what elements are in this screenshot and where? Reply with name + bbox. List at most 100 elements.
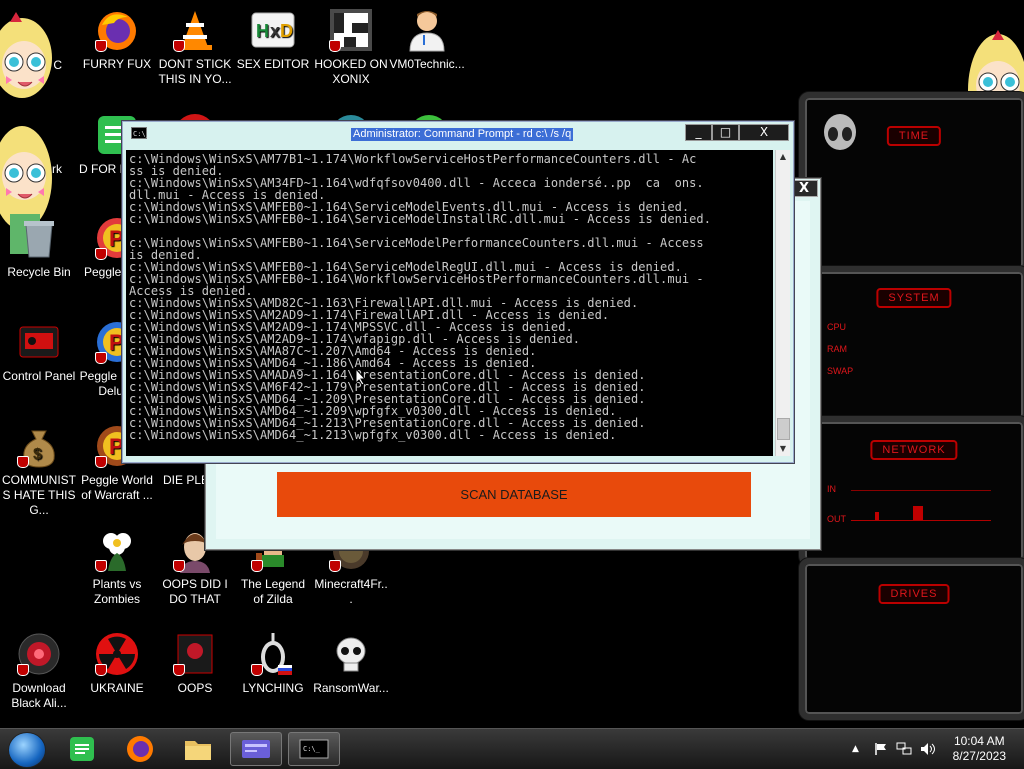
swap-label: SWAP [827,366,854,376]
scan-database-button[interactable]: SCAN DATABASE [277,472,751,517]
recycle-bin-icon [24,221,54,258]
scanner-close-button[interactable]: X [790,180,818,197]
desktop-icon-label: C [53,58,62,72]
clock-date: 8/27/2023 [952,749,1006,763]
cmd-titlebar[interactable]: C:\_ Administrator: Command Prompt - rd … [123,122,793,144]
action-center-flag-icon[interactable] [874,742,888,756]
desktop-icon-label: Control Panel [2,369,76,383]
system-tray: ▲ 10:04 AM 8/27/2023 [824,729,1024,769]
desktop-icon-partial-rk[interactable]: rk [22,162,62,177]
maximize-button[interactable]: □ [712,124,739,141]
desktop-icon-communists[interactable]: $ COMMUNISTS HATE THIS G... [1,422,77,518]
desktop-icon-download-black-ali[interactable]: Download Black Ali... [1,630,77,711]
desktop-icon-label: Recycle Bin [7,265,71,279]
cmd-vertical-scrollbar[interactable]: ▲ ▼ [775,150,790,456]
desktop-icon-label: FURRY FUX [82,57,152,71]
close-button[interactable]: X [739,124,789,141]
desktop-icon-dont-stick[interactable]: DONT STICK THIS IN YO... [157,6,233,87]
console-text: c:\Windows\WinSxS\AM77B1~1.174\WorkflowS… [129,152,711,442]
firefox-icon [127,736,153,762]
desktop-icon-plants-vs-zombies[interactable]: Plants vs Zombies [79,526,155,607]
start-button[interactable] [8,732,46,768]
taskbar-clock[interactable]: 10:04 AM 8/27/2023 [953,734,1006,764]
clock-time: 10:04 AM [953,734,1005,748]
command-prompt-window[interactable]: C:\_ Administrator: Command Prompt - rd … [122,121,794,463]
notes-icon [70,737,94,761]
taskbar-firefox[interactable] [114,732,166,766]
system-panel: SYSTEM CPU RAM SWAP [799,266,1024,424]
system-monitor-gadget[interactable]: TIME SYSTEM CPU RAM SWAP NETWORK IN OUT … [795,92,1024,722]
desktop-icon-oops[interactable]: OOPS [157,630,233,696]
desktop-icon-label: SEX EDITOR [236,57,310,71]
desktop-icon-vm0technic[interactable]: VM0Technic... [389,6,465,72]
network-icon[interactable] [896,742,912,756]
network-out-label: OUT [827,514,846,524]
alien-head-icon [824,114,856,150]
network-out-bar [875,512,879,520]
desktop-icon-label: DONT STICK THIS IN YO... [158,57,232,86]
desktop-icon-label: Plants vs Zombies [92,577,142,606]
folder-icon [185,741,211,760]
desktop-icon-label: RansomWar... [313,681,389,695]
scrollbar-thumb[interactable] [777,418,790,440]
svg-text:H: H [256,21,269,41]
desktop-icon-label: COMMUNISTS HATE THIS G... [2,473,76,517]
desktop-icon-label: Download Black Ali... [11,681,67,710]
volume-icon[interactable] [920,742,936,756]
taskbar-notes-app[interactable] [56,732,108,766]
cpu-label: CPU [827,322,847,332]
command-prompt-icon: C:\_ [299,739,329,759]
taskbar-file-explorer[interactable] [172,732,224,766]
desktop-icon-ukraine[interactable]: UKRAINE [79,630,155,696]
scroll-down-arrow-icon[interactable]: ▼ [776,442,790,456]
desktop-icon-label: Minecraft4Fr... [314,577,388,606]
cmd-window-title: Administrator: Command Prompt - rd c:\ /… [351,128,574,141]
control-panel-icon [19,326,59,358]
desktop-icon-partial-c[interactable]: C [22,58,62,73]
network-in-label: IN [827,484,836,494]
network-in-line [851,490,991,491]
scroll-up-arrow-icon[interactable]: ▲ [776,150,790,164]
minimize-button[interactable]: _ [685,124,712,141]
desktop-icon-control-panel[interactable]: Control Panel [1,318,77,384]
network-panel: NETWORK IN OUT [799,416,1024,566]
taskbar: C:\_ ▲ 10:04 AM 8/27/2023 [0,728,1024,769]
desktop-icon-recycle-bin[interactable]: Recycle Bin [1,214,77,280]
doctor-icon [409,11,445,52]
desktop-icon-label: OOPS DID I DO THAT [162,577,228,606]
id-card-icon [242,740,270,758]
cmd-console-output[interactable]: c:\Windows\WinSxS\AM77B1~1.174\WorkflowS… [126,150,773,456]
show-hidden-icons-arrow-icon[interactable]: ▲ [852,744,859,754]
network-out-bar [913,506,923,520]
desktop-icon-sex-editor[interactable]: H x D SEX EDITOR [235,6,311,72]
time-panel-title: TIME [886,126,942,146]
svg-text:x: x [270,21,280,41]
desktop-icon-label: rk [52,162,62,176]
desktop-icon-furry-fux[interactable]: FURRY FUX [79,6,155,72]
desktop-icon-ransomware[interactable]: RansomWar... [313,630,389,696]
hxd-icon: H x D [251,12,295,48]
drives-panel: DRIVES [799,558,1024,720]
system-panel-title: SYSTEM [876,288,952,308]
desktop-icon-label: OOPS [177,681,213,695]
desktop-icon-lynching[interactable]: LYNCHING [235,630,311,696]
taskbar-id-card-app[interactable] [230,732,282,766]
skull-icon [336,637,366,672]
desktop-icon-label: The Legend of Zilda [240,577,306,606]
drives-panel-title: DRIVES [878,584,950,604]
desktop-icon-label: HOOKED ON XONIX [314,57,388,86]
svg-text:D: D [280,21,293,41]
taskbar-command-prompt[interactable]: C:\_ [288,732,340,766]
network-panel-title: NETWORK [870,440,958,460]
ram-label: RAM [827,344,847,354]
svg-text:$: $ [33,446,42,463]
desktop-icon-label: UKRAINE [90,681,144,695]
mouse-cursor-icon [355,368,367,386]
cmd-app-icon: C:\_ [131,127,150,139]
svg-text:C:\_: C:\_ [303,745,321,753]
desktop-icon-label: LYNCHING [242,681,304,695]
desktop-icon-label: VM0Technic... [389,57,465,71]
desktop-icon-label: Peggle World of Warcraft ... [81,473,153,502]
network-out-graph [851,520,991,521]
desktop-icon-hooked-on-xonix[interactable]: HOOKED ON XONIX [313,6,389,87]
